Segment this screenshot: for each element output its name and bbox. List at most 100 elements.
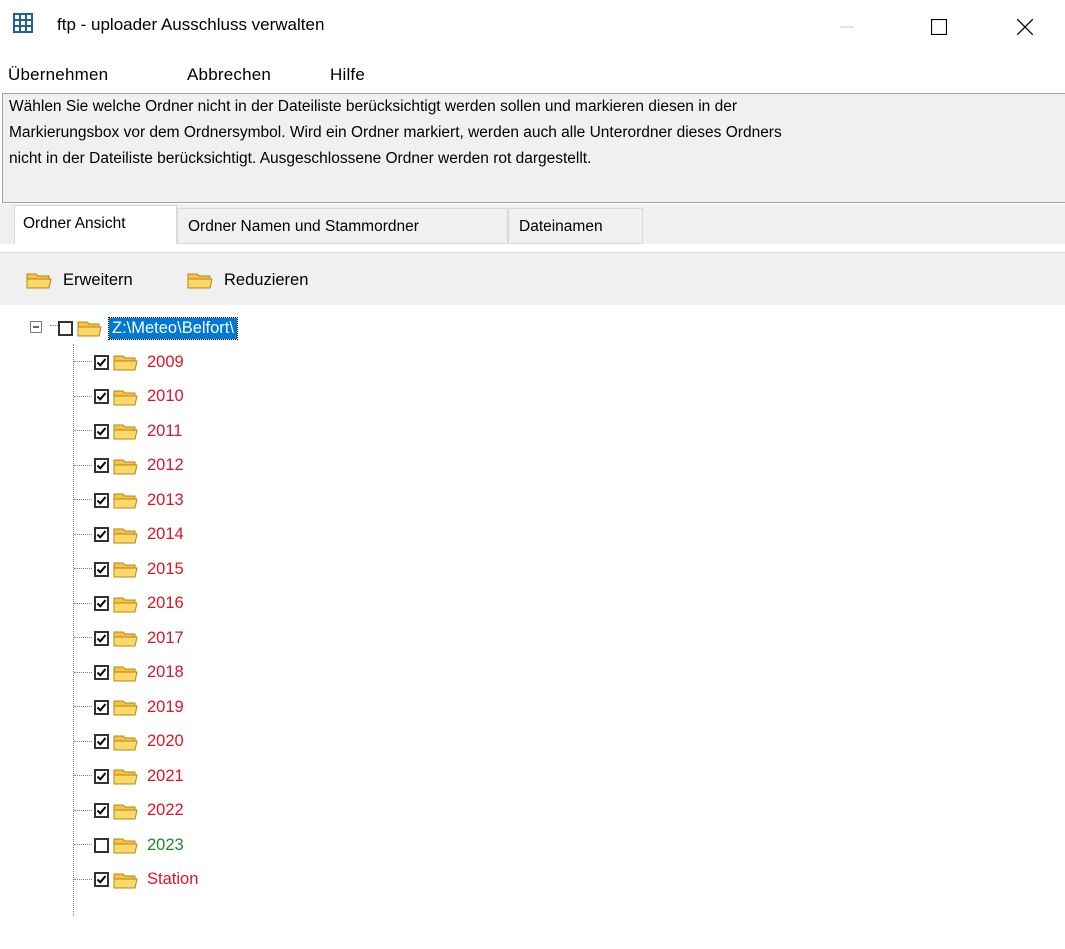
folder-label[interactable]: 2020 [147, 732, 184, 751]
folder-label[interactable]: 2017 [147, 629, 184, 648]
instructions-box: Wählen Sie welche Ordner nicht in der Da… [2, 93, 1065, 203]
tree-folder-node[interactable]: 2020 [94, 727, 184, 757]
folder-icon [113, 735, 138, 750]
folder-icon [113, 459, 138, 474]
folder-checkbox[interactable] [94, 699, 109, 715]
collapse-button[interactable]: Reduzieren [186, 267, 308, 293]
folder-label[interactable]: 2021 [147, 767, 184, 786]
folder-checkbox[interactable] [94, 389, 109, 404]
folder-label[interactable]: 2011 [147, 422, 182, 441]
folder-label[interactable]: 2018 [147, 663, 184, 682]
tree-connector [74, 844, 92, 845]
folder-icon [113, 838, 138, 854]
tree-root-label[interactable]: Z:\Meteo\Belfort\ [108, 316, 238, 340]
tree-folder-node[interactable]: Station [94, 865, 198, 895]
folder-label[interactable]: 2019 [147, 698, 184, 717]
folder-checkbox[interactable] [94, 458, 109, 473]
folder-icon [113, 528, 138, 543]
folder-icon [113, 804, 138, 819]
tree-connector [74, 706, 92, 707]
menu-cancel[interactable]: Abbrechen [187, 65, 271, 85]
app-grid-icon [13, 13, 33, 33]
window-title: ftp - uploader Ausschluss verwalten [57, 15, 325, 34]
folder-icon [77, 321, 102, 337]
menu-help[interactable]: Hilfe [330, 65, 365, 85]
tree-connector [74, 464, 92, 466]
maximize-button[interactable] [909, 0, 969, 54]
folder-label[interactable]: 2023 [147, 836, 184, 855]
folder-icon [113, 493, 138, 509]
minimize-button[interactable] [817, 0, 877, 54]
maximize-icon [931, 19, 947, 35]
folder-label[interactable]: Station [147, 870, 198, 889]
folder-icon [113, 666, 138, 681]
folder-checkbox[interactable] [94, 837, 109, 853]
tree-connector [74, 671, 92, 673]
folder-label[interactable]: 2013 [147, 491, 184, 510]
tree-connector [74, 568, 92, 569]
folder-icon [113, 700, 138, 716]
folder-checkbox[interactable] [94, 354, 109, 370]
folder-icon [113, 390, 138, 405]
folder-checkbox[interactable] [94, 492, 109, 508]
tree-folder-node[interactable]: 2013 [94, 485, 184, 515]
folder-checkbox[interactable] [94, 803, 109, 818]
tree-connector [74, 533, 92, 535]
tree-folder-node[interactable]: 2019 [94, 692, 184, 722]
collapse-toggle-icon[interactable] [30, 321, 44, 335]
tree-folder-node[interactable]: 2016 [94, 589, 184, 619]
tree-folder-node[interactable]: 2018 [94, 658, 184, 688]
tree-folder-node[interactable]: 2010 [94, 382, 184, 412]
folder-icon [187, 273, 213, 289]
folder-checkbox[interactable] [94, 561, 109, 577]
tree-folder-node[interactable]: 2023 [94, 830, 184, 860]
tree-folder-node[interactable]: 2015 [94, 554, 184, 584]
folder-checkbox[interactable] [94, 768, 109, 784]
folder-checkbox[interactable] [94, 872, 109, 887]
tree-root-node[interactable]: Z:\Meteo\Belfort\ [30, 313, 238, 343]
folder-icon [113, 769, 138, 785]
folder-label[interactable]: 2014 [147, 525, 184, 544]
minimize-icon [840, 26, 854, 28]
tree-folder-node[interactable]: 2021 [94, 761, 184, 791]
tab-folder-view[interactable]: Ordner Ansicht [14, 205, 177, 244]
tree-folder-node[interactable]: 2022 [94, 796, 184, 826]
folder-checkbox[interactable] [94, 596, 109, 611]
root-checkbox[interactable] [58, 320, 73, 336]
title-bar: ftp - uploader Ausschluss verwalten [0, 0, 1065, 54]
tree-connector [74, 809, 92, 811]
folder-label[interactable]: 2016 [147, 594, 184, 613]
tree-folder-node[interactable]: 2012 [94, 451, 184, 481]
close-button[interactable] [995, 0, 1055, 54]
tree-connector [74, 602, 92, 604]
tab-file-names[interactable]: Dateinamen [508, 208, 643, 244]
folder-checkbox[interactable] [94, 665, 109, 680]
tree-connector [74, 878, 92, 880]
folder-label[interactable]: 2012 [147, 456, 184, 475]
collapse-label: Reduzieren [224, 270, 309, 289]
folder-tree: Z:\Meteo\Belfort\ 2009 2010 2011 2012 2013 20… [0, 305, 1065, 949]
tree-folder-node[interactable]: 2011 [94, 416, 182, 446]
folder-label[interactable]: 2022 [147, 801, 184, 820]
folder-checkbox[interactable] [94, 734, 109, 749]
tree-folder-node[interactable]: 2009 [94, 347, 184, 377]
instructions-line-1: Wählen Sie welche Ordner nicht in der Da… [9, 98, 738, 115]
tab-folder-names[interactable]: Ordner Namen und Stammordner [177, 208, 508, 244]
expand-button[interactable]: Erweitern [25, 267, 133, 293]
tree-connector [74, 430, 92, 431]
folder-checkbox[interactable] [94, 527, 109, 542]
folder-label[interactable]: 2010 [147, 387, 184, 406]
tree-connector [74, 637, 92, 638]
expand-label: Erweitern [63, 270, 133, 289]
folder-icon [113, 424, 138, 440]
folder-label[interactable]: 2015 [147, 560, 184, 579]
tree-toolbar: Erweitern Reduzieren [0, 252, 1065, 306]
folder-label[interactable]: 2009 [147, 353, 184, 372]
folder-icon [113, 873, 138, 888]
tree-folder-node[interactable]: 2017 [94, 623, 184, 653]
tree-folder-node[interactable]: 2014 [94, 520, 184, 550]
folder-checkbox[interactable] [94, 630, 109, 646]
folder-checkbox[interactable] [94, 423, 109, 439]
folder-icon [113, 562, 138, 578]
menu-apply[interactable]: Übernehmen [8, 65, 108, 85]
